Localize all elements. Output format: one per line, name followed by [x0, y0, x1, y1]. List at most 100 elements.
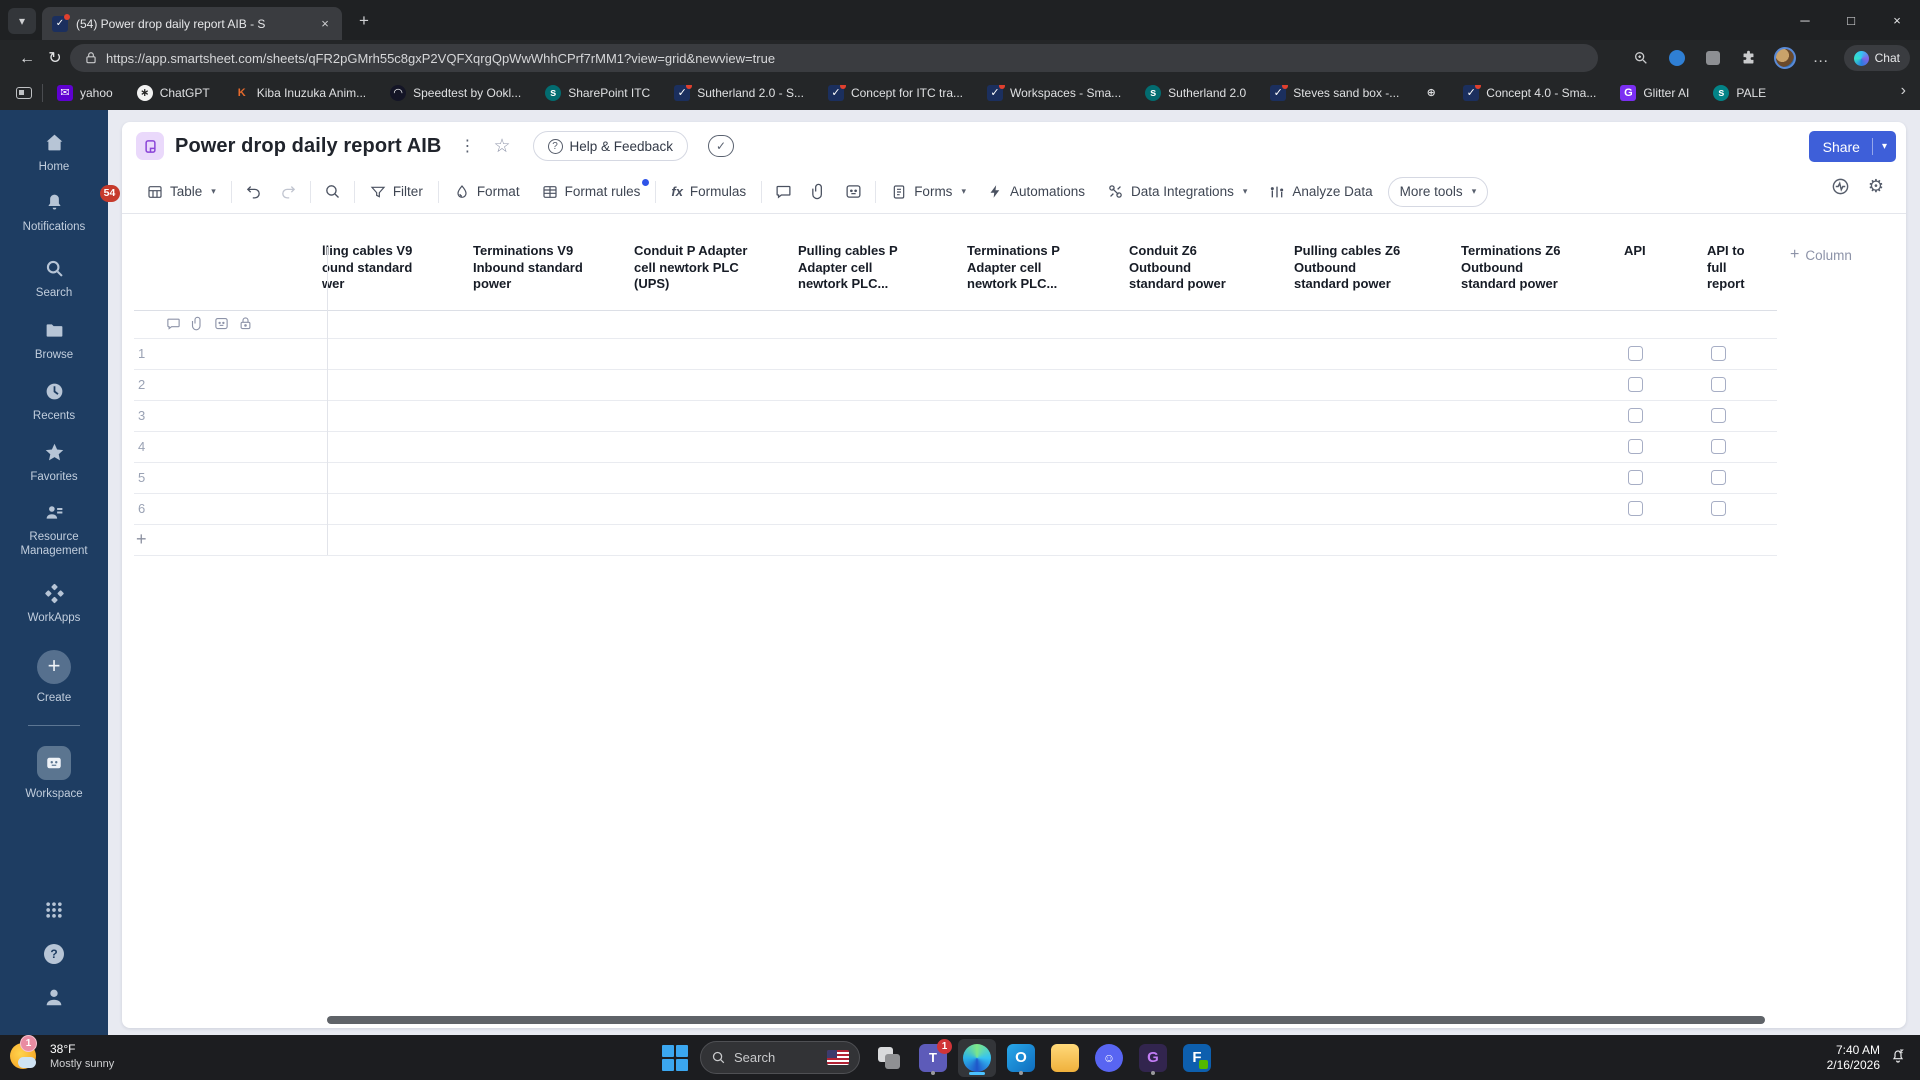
window-minimize-button[interactable]: ─ [1782, 0, 1828, 40]
address-bar[interactable]: https://app.smartsheet.com/sheets/qFR2pG… [70, 44, 1598, 72]
column-header[interactable]: Terminations P Adapter cell newtork PLC... [957, 243, 1119, 293]
bookmark-item[interactable]: ✓ Concept for ITC tra... [827, 85, 963, 101]
undo-button[interactable] [236, 176, 271, 208]
column-header[interactable]: lling cables V9 ound standard wer [317, 243, 463, 293]
sidebar-item-favorites[interactable]: Favorites [0, 442, 108, 484]
bookmarks-overflow-icon[interactable]: › [1901, 82, 1906, 100]
sidebar-item-recents[interactable]: Recents [0, 381, 108, 423]
row-number[interactable]: 4 [138, 431, 168, 462]
bookmark-item[interactable]: ∗ ChatGPT [136, 85, 210, 101]
zoom-icon[interactable] [1628, 45, 1654, 71]
column-header[interactable]: Pulling cables P Adapter cell newtork PLC.… [788, 243, 957, 293]
back-button[interactable]: ← [16, 48, 38, 70]
activity-log-icon[interactable] [1831, 177, 1850, 196]
format-button[interactable]: Format [443, 176, 531, 208]
bookmark-item[interactable]: s Sutherland 2.0 [1145, 85, 1246, 101]
row-number[interactable]: 3 [138, 400, 168, 431]
automations-button[interactable]: Automations [977, 176, 1096, 208]
column-header[interactable]: API [1614, 243, 1697, 293]
attachments-button[interactable] [801, 176, 836, 208]
add-row-button[interactable]: + [136, 524, 147, 555]
horizontal-scrollbar[interactable] [327, 1016, 1765, 1024]
share-button[interactable]: Share ▾ [1808, 131, 1896, 162]
api-checkbox[interactable] [1628, 470, 1643, 485]
column-header[interactable]: Conduit Z6 Outbound standard power [1119, 243, 1284, 293]
attachment-column-icon[interactable] [190, 316, 205, 331]
weather-widget[interactable]: 1 38°F Mostly sunny [8, 1035, 114, 1073]
formulas-button[interactable]: fx Formulas [660, 176, 757, 208]
bookmark-item[interactable]: ⊕ [1423, 85, 1439, 101]
new-tab-button[interactable]: + [352, 10, 376, 32]
account-icon[interactable] [0, 986, 108, 1008]
filter-button[interactable]: Filter [359, 176, 434, 208]
search-button[interactable] [315, 176, 350, 208]
outlook-button[interactable]: O [1002, 1039, 1040, 1077]
sidebar-item-home[interactable]: Home [0, 132, 108, 174]
bookmark-item[interactable]: s SharePoint ITC [545, 85, 650, 101]
row-number[interactable]: 2 [138, 369, 168, 400]
comment-column-icon[interactable] [166, 316, 181, 331]
api-checkbox[interactable] [1628, 377, 1643, 392]
taskbar-search[interactable]: Search [700, 1041, 860, 1074]
sheet-options-kebab-icon[interactable]: ⋮ [459, 136, 475, 156]
add-column-button[interactable]: + Column [1790, 246, 1852, 264]
column-header[interactable]: Conduit P Adapter cell newtork PLC (UPS) [624, 243, 788, 293]
bookmark-item[interactable]: ✉ yahoo [57, 85, 113, 101]
task-view-button[interactable] [870, 1039, 908, 1077]
extension-gray-icon[interactable] [1700, 45, 1726, 71]
bookmark-item[interactable]: ✓ Steves sand box -... [1270, 85, 1399, 101]
column-header[interactable]: Terminations V9 Inbound standard power [463, 243, 624, 293]
extension-blue-icon[interactable] [1664, 45, 1690, 71]
lock-column-icon[interactable] [238, 316, 253, 331]
data-integrations-button[interactable]: Data Integrations ▾ [1096, 176, 1258, 208]
proofs-button[interactable] [836, 176, 871, 208]
bookmark-item[interactable]: s PALE [1713, 85, 1766, 101]
proof-column-icon[interactable] [214, 316, 229, 331]
view-selector-button[interactable]: Table ▾ [136, 176, 227, 208]
bookmark-item[interactable]: ✓ Workspaces - Sma... [987, 85, 1121, 101]
format-rules-button[interactable]: Format rules [531, 176, 652, 208]
api-checkbox[interactable] [1628, 501, 1643, 516]
glitter-app-button[interactable]: G [1134, 1039, 1172, 1077]
share-caret-icon[interactable]: ▾ [1873, 141, 1896, 152]
row-number[interactable]: 6 [138, 493, 168, 524]
column-header[interactable]: API to full report [1697, 243, 1777, 293]
forms-button[interactable]: Forms ▾ [880, 176, 977, 208]
sidebar-item-resource-management[interactable]: Resource Management [0, 502, 108, 558]
sidebar-item-workspace[interactable]: Workspace [0, 746, 108, 801]
tab-close-icon[interactable]: × [316, 15, 334, 33]
api-full-report-checkbox[interactable] [1711, 377, 1726, 392]
bookmark-item[interactable]: ✓ Sutherland 2.0 - S... [674, 85, 804, 101]
tab-search-button[interactable]: ▾ [8, 8, 36, 34]
api-checkbox[interactable] [1628, 439, 1643, 454]
bookmark-item[interactable]: ✓ Concept 4.0 - Sma... [1463, 85, 1596, 101]
browser-tab[interactable]: ✓ (54) Power drop daily report AIB - S × [42, 7, 342, 40]
refresh-button[interactable]: ↻ [44, 48, 66, 70]
start-button[interactable] [656, 1039, 694, 1077]
api-full-report-checkbox[interactable] [1711, 470, 1726, 485]
api-checkbox[interactable] [1628, 408, 1643, 423]
row-number[interactable]: 1 [138, 338, 168, 369]
sidebar-item-search[interactable]: Search [0, 258, 108, 300]
window-close-button[interactable]: × [1874, 0, 1920, 40]
comments-button[interactable] [766, 176, 801, 208]
row-number[interactable]: 5 [138, 462, 168, 493]
api-full-report-checkbox[interactable] [1711, 501, 1726, 516]
sidebar-item-notifications[interactable]: 54 Notifications [0, 185, 120, 234]
column-header[interactable]: Pulling cables Z6 Outbound standard power [1284, 243, 1451, 293]
help-icon[interactable]: ? [0, 944, 108, 964]
profile-avatar[interactable] [1772, 45, 1798, 71]
edge-button[interactable] [958, 1038, 996, 1077]
notification-bell-icon[interactable] [1890, 1048, 1906, 1067]
teams-button[interactable]: T 1 [914, 1038, 952, 1077]
bookmark-item[interactable]: K Kiba Inuzuka Anim... [234, 85, 366, 101]
discord-button[interactable]: ☺ [1090, 1039, 1128, 1077]
taskbar-clock[interactable]: 7:40 AM 2/16/2026 [1827, 1043, 1880, 1073]
more-tools-button[interactable]: More tools ▾ [1387, 176, 1489, 207]
window-maximize-button[interactable]: □ [1828, 0, 1874, 40]
sidebar-item-create[interactable]: + Create [0, 650, 108, 705]
favorite-star-icon[interactable]: ☆ [493, 135, 510, 158]
family-app-button[interactable]: F [1178, 1039, 1216, 1077]
sidebar-item-browse[interactable]: Browse [0, 320, 108, 362]
app-launcher-icon[interactable] [0, 900, 108, 920]
